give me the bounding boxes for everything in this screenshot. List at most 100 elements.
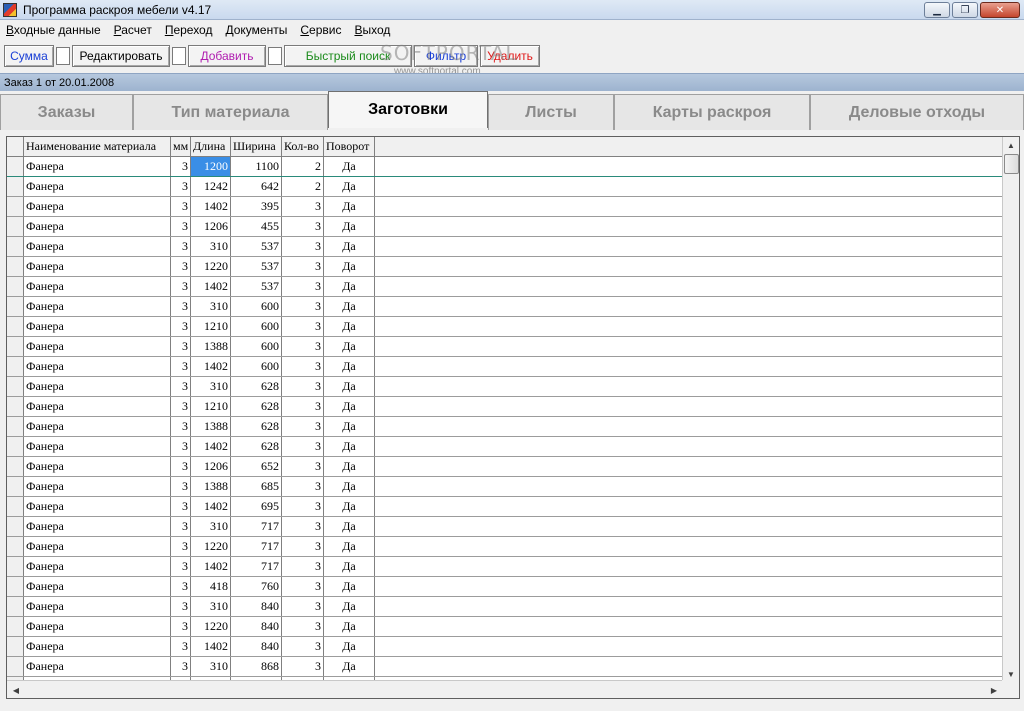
cell-width[interactable]: 628 — [231, 397, 282, 416]
cell-mm[interactable]: 3 — [171, 477, 191, 496]
tab-orders[interactable]: Заказы — [0, 94, 133, 130]
cell-length[interactable]: 1220 — [191, 617, 231, 636]
cell-mm[interactable]: 3 — [171, 497, 191, 516]
table-row[interactable]: Фанера 3 1206 455 3 Да — [7, 217, 1003, 237]
cell-rotation[interactable]: Да — [324, 537, 375, 556]
cell-mm[interactable]: 3 — [171, 197, 191, 216]
maximize-button[interactable]: ❐ — [952, 2, 978, 18]
cell-width[interactable]: 685 — [231, 477, 282, 496]
header-width[interactable]: Ширина — [231, 137, 282, 156]
cell-material-name[interactable]: Фанера — [24, 257, 171, 276]
cell-quantity[interactable]: 3 — [282, 497, 324, 516]
cell-mm[interactable]: 3 — [171, 637, 191, 656]
cell-mm[interactable]: 3 — [171, 517, 191, 536]
cell-width[interactable]: 717 — [231, 517, 282, 536]
cell-mm[interactable]: 3 — [171, 237, 191, 256]
delete-button[interactable]: Удалить — [480, 45, 540, 67]
row-indicator[interactable] — [7, 517, 24, 536]
cell-mm[interactable]: 3 — [171, 657, 191, 676]
cell-width[interactable]: 600 — [231, 337, 282, 356]
cell-mm[interactable]: 3 — [171, 617, 191, 636]
cell-length[interactable]: 1402 — [191, 437, 231, 456]
cell-material-name[interactable]: Фанера — [24, 277, 171, 296]
table-row[interactable]: Фанера 3 1210 600 3 Да — [7, 317, 1003, 337]
scroll-left-icon[interactable]: ◀ — [8, 682, 24, 698]
cell-material-name[interactable]: Фанера — [24, 377, 171, 396]
cell-length[interactable]: 1388 — [191, 477, 231, 496]
row-indicator[interactable] — [7, 417, 24, 436]
cell-width[interactable]: 600 — [231, 297, 282, 316]
table-row[interactable]: Фанера 3 1388 685 3 Да — [7, 477, 1003, 497]
menu-service[interactable]: Сервис — [300, 23, 341, 37]
cell-quantity[interactable]: 3 — [282, 337, 324, 356]
cell-length[interactable]: 1210 — [191, 397, 231, 416]
header-length[interactable]: Длина — [191, 137, 231, 156]
cell-mm[interactable]: 3 — [171, 317, 191, 336]
cell-material-name[interactable]: Фанера — [24, 577, 171, 596]
cell-width[interactable]: 1100 — [231, 157, 282, 176]
cell-quantity[interactable]: 3 — [282, 357, 324, 376]
cell-quantity[interactable]: 2 — [282, 177, 324, 196]
cell-mm[interactable]: 3 — [171, 157, 191, 176]
cell-length[interactable]: 1388 — [191, 337, 231, 356]
cell-material-name[interactable]: Фанера — [24, 357, 171, 376]
cell-material-name[interactable]: Фанера — [24, 657, 171, 676]
cell-material-name[interactable]: Фанера — [24, 337, 171, 356]
table-row[interactable]: Фанера 3 310 840 3 Да — [7, 597, 1003, 617]
menu-input-data[interactable]: Входные данные — [6, 23, 101, 37]
cell-width[interactable]: 600 — [231, 317, 282, 336]
table-row[interactable]: Фанера 3 310 868 3 Да — [7, 657, 1003, 677]
cell-rotation[interactable]: Да — [324, 557, 375, 576]
cell-rotation[interactable]: Да — [324, 637, 375, 656]
table-row[interactable]: Фанера 3 418 760 3 Да — [7, 577, 1003, 597]
cell-length[interactable]: 310 — [191, 297, 231, 316]
cell-mm[interactable]: 3 — [171, 177, 191, 196]
row-indicator[interactable] — [7, 617, 24, 636]
cell-width[interactable]: 642 — [231, 177, 282, 196]
edit-button[interactable]: Редактировать — [72, 45, 170, 67]
cell-width[interactable]: 628 — [231, 377, 282, 396]
row-indicator[interactable] — [7, 637, 24, 656]
tab-material-type[interactable]: Тип материала — [133, 94, 328, 130]
cell-length[interactable]: 1402 — [191, 197, 231, 216]
cell-rotation[interactable]: Да — [324, 357, 375, 376]
cell-length[interactable]: 418 — [191, 577, 231, 596]
cell-quantity[interactable]: 3 — [282, 237, 324, 256]
cell-width[interactable]: 717 — [231, 557, 282, 576]
cell-quantity[interactable]: 3 — [282, 277, 324, 296]
cell-quantity[interactable]: 3 — [282, 317, 324, 336]
cell-width[interactable]: 537 — [231, 277, 282, 296]
cell-rotation[interactable]: Да — [324, 257, 375, 276]
cell-material-name[interactable]: Фанера — [24, 537, 171, 556]
table-row[interactable]: Фанера 3 1210 628 3 Да — [7, 397, 1003, 417]
cell-quantity[interactable]: 3 — [282, 657, 324, 676]
table-row[interactable]: Фанера 3 1388 600 3 Да — [7, 337, 1003, 357]
cell-rotation[interactable]: Да — [324, 297, 375, 316]
cell-rotation[interactable]: Да — [324, 657, 375, 676]
cell-quantity[interactable]: 3 — [282, 477, 324, 496]
close-button[interactable]: ✕ — [980, 2, 1020, 18]
tab-cutting-maps[interactable]: Карты раскроя — [614, 94, 810, 130]
cell-material-name[interactable]: Фанера — [24, 177, 171, 196]
table-row[interactable]: Фанера 3 1402 717 3 Да — [7, 557, 1003, 577]
cell-rotation[interactable]: Да — [324, 397, 375, 416]
row-indicator[interactable] — [7, 217, 24, 236]
cell-width[interactable]: 395 — [231, 197, 282, 216]
cell-mm[interactable]: 3 — [171, 457, 191, 476]
minimize-button[interactable]: ▁ — [924, 2, 950, 18]
cell-rotation[interactable]: Да — [324, 577, 375, 596]
cell-material-name[interactable]: Фанера — [24, 617, 171, 636]
row-indicator[interactable] — [7, 497, 24, 516]
table-row[interactable]: Фанера 3 1220 717 3 Да — [7, 537, 1003, 557]
cell-rotation[interactable]: Да — [324, 277, 375, 296]
cell-mm[interactable]: 3 — [171, 597, 191, 616]
row-indicator[interactable] — [7, 237, 24, 256]
cell-material-name[interactable]: Фанера — [24, 497, 171, 516]
cell-length[interactable]: 310 — [191, 377, 231, 396]
row-indicator[interactable] — [7, 437, 24, 456]
cell-material-name[interactable]: Фанера — [24, 197, 171, 216]
header-material-name[interactable]: Наименование материала — [24, 137, 171, 156]
cell-quantity[interactable]: 3 — [282, 437, 324, 456]
cell-material-name[interactable]: Фанера — [24, 637, 171, 656]
cell-mm[interactable]: 3 — [171, 337, 191, 356]
